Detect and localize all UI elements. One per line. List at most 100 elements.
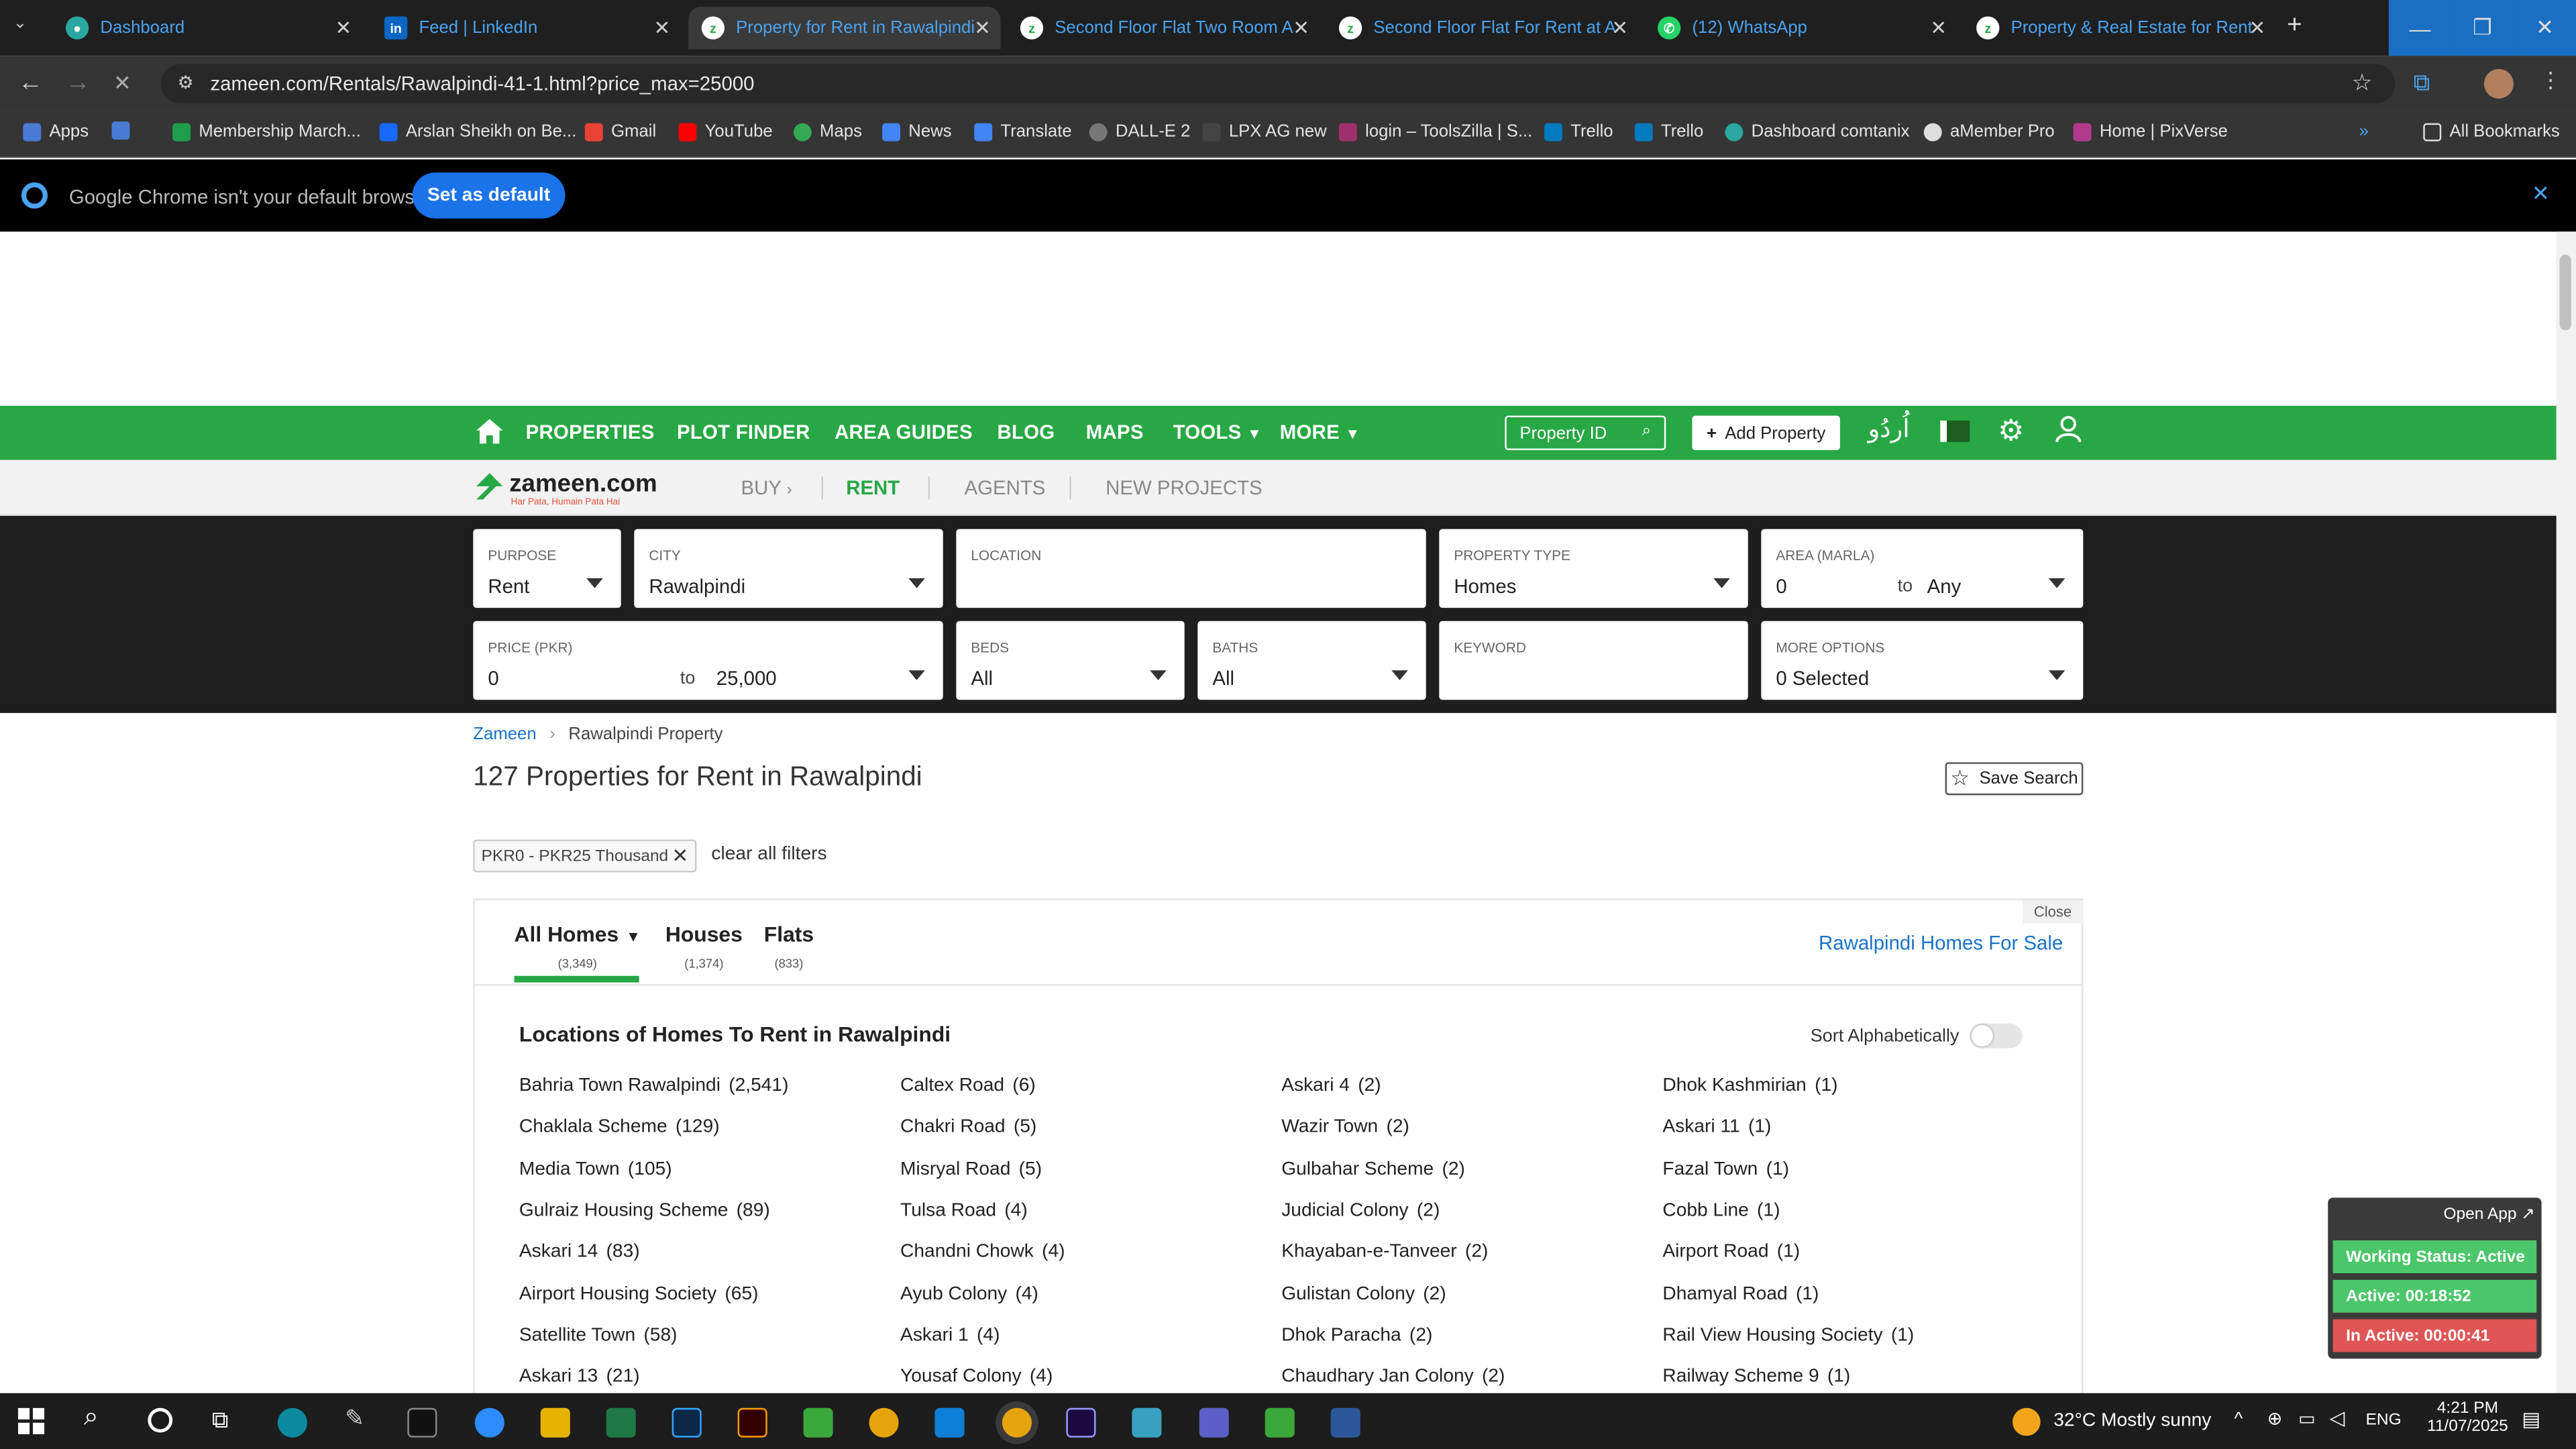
- location-link[interactable]: Fazal Town (1): [1662, 1159, 1789, 1179]
- excel-icon[interactable]: [606, 1407, 636, 1438]
- city-select[interactable]: CITY Rawalpindi: [634, 529, 943, 608]
- tab-second-floor-1[interactable]: z Second Floor Flat Two Room A ✕: [1007, 7, 1319, 50]
- more-options-select[interactable]: MORE OPTIONS 0 Selected: [1761, 621, 2084, 700]
- bookmark-item[interactable]: Trello: [1544, 121, 1613, 142]
- vscode-icon[interactable]: [934, 1407, 965, 1438]
- clock[interactable]: 4:21 PM 11/07/2025: [2426, 1400, 2508, 1436]
- clear-filters-link[interactable]: clear all filters: [711, 845, 826, 864]
- profile-avatar[interactable]: [2483, 68, 2514, 99]
- bookmark-item[interactable]: Dashboard comtanix: [1725, 121, 1910, 142]
- bookmark-item[interactable]: Gmail: [584, 121, 656, 142]
- bookmark-item[interactable]: Membership March...: [172, 121, 361, 142]
- bookmark-item[interactable]: YouTube: [678, 121, 773, 142]
- tab-second-floor-2[interactable]: z Second Floor Flat For Rent at A ✕: [1326, 7, 1638, 50]
- network-icon[interactable]: ▭: [2298, 1408, 2315, 1429]
- tab-all-homes[interactable]: All Homes ▼ (3,349): [515, 920, 641, 971]
- bookmark-item[interactable]: Home | PixVerse: [2073, 121, 2228, 142]
- bookmark-item[interactable]: DALL-E 2: [1089, 121, 1190, 142]
- subnav-agents[interactable]: AGENTS: [965, 476, 1046, 499]
- subnav-rent[interactable]: RENT: [846, 476, 900, 499]
- bookmark-item[interactable]: Maps: [793, 121, 862, 142]
- save-search-button[interactable]: ☆ Save Search: [1945, 762, 2084, 796]
- location-link[interactable]: Airport Housing Society (65): [519, 1284, 759, 1303]
- area-range-select[interactable]: AREA (MARLA) 0 to Any: [1761, 529, 2084, 608]
- location-link[interactable]: Railway Scheme 9 (1): [1662, 1367, 1850, 1387]
- location-link[interactable]: Judicial Colony (2): [1281, 1201, 1440, 1220]
- word-icon[interactable]: [1330, 1407, 1360, 1438]
- site-info-icon[interactable]: ⚙: [177, 72, 193, 93]
- tab-flats[interactable]: Flats (833): [764, 920, 814, 971]
- teams-icon[interactable]: [1199, 1407, 1229, 1438]
- location-link[interactable]: Dhok Paracha (2): [1281, 1326, 1432, 1345]
- open-app-button[interactable]: Open App ↗: [2444, 1206, 2535, 1224]
- subnav-buy[interactable]: BUY ›: [741, 476, 792, 499]
- search-icon[interactable]: ⌕: [1642, 422, 1652, 440]
- phone-app-icon[interactable]: [1265, 1407, 1295, 1438]
- location-link[interactable]: Dhamyal Road (1): [1662, 1284, 1819, 1303]
- tab-real-estate[interactable]: z Property & Real Estate for Rent ✕: [1964, 7, 2275, 50]
- location-link[interactable]: Chandni Chowk (4): [900, 1242, 1065, 1262]
- bookmark-item[interactable]: Trello: [1634, 121, 1703, 142]
- location-link[interactable]: Chaudhary Jan Colony (2): [1281, 1367, 1505, 1387]
- volume-icon[interactable]: ◁: [2330, 1406, 2345, 1429]
- photoshop-icon[interactable]: [672, 1407, 702, 1438]
- extensions-icon[interactable]: ⧉: [2414, 69, 2430, 97]
- bookmark-item[interactable]: login – ToolsZilla | S...: [1338, 121, 1532, 142]
- phone-app-icon[interactable]: [803, 1407, 833, 1438]
- location-link[interactable]: Rail View Housing Society (1): [1662, 1326, 1914, 1345]
- nav-blog[interactable]: BLOG: [998, 421, 1055, 443]
- location-link[interactable]: Askari 14 (83): [519, 1242, 640, 1262]
- bookmark-item[interactable]: aMember Pro: [1923, 121, 2055, 142]
- restore-icon[interactable]: ❐: [2451, 0, 2514, 56]
- property-id-search[interactable]: Property ID ⌕: [1505, 415, 1666, 451]
- close-icon[interactable]: ✕: [2249, 16, 2266, 39]
- tab-search-icon[interactable]: ⌄: [13, 15, 28, 33]
- location-link[interactable]: Airport Road (1): [1662, 1242, 1800, 1262]
- tab-property-rent[interactable]: z Property for Rent in Rawalpindi ✕: [688, 6, 1001, 50]
- tray-chevron-icon[interactable]: ^: [2235, 1409, 2243, 1429]
- baths-select[interactable]: BATHS All: [1197, 621, 1426, 700]
- zoom-icon[interactable]: [474, 1407, 504, 1438]
- location-link[interactable]: Caltex Road (6): [900, 1076, 1036, 1095]
- terminal-icon[interactable]: [407, 1407, 437, 1438]
- location-link[interactable]: Wazir Town (2): [1281, 1118, 1409, 1137]
- window-close-icon[interactable]: ✕: [2513, 0, 2576, 56]
- tab-houses[interactable]: Houses (1,374): [665, 920, 743, 971]
- language-indicator[interactable]: ENG: [2366, 1411, 2402, 1430]
- settings-gear-icon[interactable]: ⚙: [1998, 414, 2025, 448]
- location-link[interactable]: Gulbahar Scheme (2): [1281, 1159, 1465, 1179]
- location-link[interactable]: Askari 1 (4): [900, 1326, 1000, 1345]
- windows-start-icon[interactable]: [17, 1407, 45, 1434]
- forward-icon[interactable]: →: [66, 69, 91, 97]
- close-icon[interactable]: ✕: [974, 16, 991, 39]
- file-explorer-icon[interactable]: [540, 1407, 570, 1438]
- pen-icon[interactable]: ✎: [345, 1405, 364, 1433]
- bookmark-star-icon[interactable]: ☆: [2352, 69, 2373, 97]
- tab-linkedin[interactable]: in Feed | LinkedIn ✕: [371, 7, 680, 50]
- location-link[interactable]: Askari 11 (1): [1662, 1118, 1771, 1137]
- tray-app-icon[interactable]: ⊕: [2267, 1408, 2283, 1429]
- breadcrumb-zameen[interactable]: Zameen: [473, 724, 536, 744]
- location-link[interactable]: Gulistan Colony (2): [1281, 1284, 1446, 1303]
- edge-icon[interactable]: [277, 1407, 307, 1438]
- nav-area-guides[interactable]: AREA GUIDES: [835, 421, 973, 443]
- bookmark-apps[interactable]: Apps: [23, 121, 89, 142]
- all-bookmarks[interactable]: All Bookmarks: [2423, 121, 2560, 142]
- location-link[interactable]: Cobb Line (1): [1662, 1201, 1780, 1220]
- notifications-icon[interactable]: ▤: [2522, 1408, 2540, 1431]
- price-range-select[interactable]: PRICE (PKR) 0 to 25,000: [473, 621, 943, 700]
- location-link[interactable]: Chaklala Scheme (129): [519, 1118, 720, 1137]
- remove-filter-icon[interactable]: ✕: [672, 845, 688, 867]
- bookmark-item[interactable]: Arslan Sheikh on Be...: [379, 121, 576, 142]
- menu-icon[interactable]: ⋮: [2540, 67, 2561, 93]
- cortana-icon[interactable]: [148, 1407, 173, 1433]
- close-icon[interactable]: ✕: [1611, 16, 1628, 39]
- nav-more[interactable]: MORE ▼: [1280, 421, 1360, 443]
- set-default-button[interactable]: Set as default: [412, 172, 566, 219]
- nav-properties[interactable]: PROPERTIES: [526, 421, 655, 443]
- chrome-taskbar-icon[interactable]: [869, 1407, 899, 1438]
- nav-tools[interactable]: TOOLS ▼: [1173, 421, 1262, 443]
- stop-loading-icon[interactable]: ✕: [113, 70, 131, 97]
- illustrator-icon[interactable]: [737, 1407, 767, 1438]
- close-icon[interactable]: ✕: [2532, 180, 2550, 207]
